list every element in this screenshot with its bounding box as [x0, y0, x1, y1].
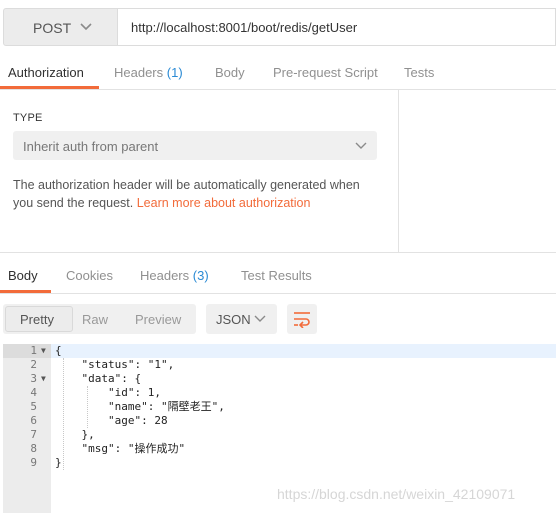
request-tabs: Authorization Headers (1) Body Pre-reque… — [0, 58, 556, 90]
tab-response-body[interactable]: Body — [8, 268, 38, 283]
code-line: 7 }, — [3, 428, 556, 442]
learn-more-link[interactable]: Learn more about authorization — [137, 196, 311, 210]
code-text: { — [55, 344, 62, 357]
code-text: "name": "隔壁老王", — [55, 400, 225, 413]
tab-label: Headers — [114, 65, 164, 80]
tab-test-results[interactable]: Test Results — [241, 268, 312, 283]
active-tab-indicator — [0, 290, 51, 293]
method-label: POST — [33, 20, 72, 36]
code-line: 8 "msg": "操作成功" — [3, 442, 556, 456]
code-text: "id": 1, — [55, 386, 161, 399]
tab-count: (3) — [192, 268, 209, 283]
line-number: 1 — [30, 344, 37, 357]
type-label: TYPE — [13, 112, 43, 124]
line-number: 2 — [30, 358, 37, 371]
code-text: "status": "1", — [55, 358, 175, 371]
chevron-down-icon — [80, 23, 92, 31]
line-number: 9 — [30, 456, 37, 469]
line-number: 8 — [30, 442, 37, 455]
panel-divider — [398, 90, 399, 252]
view-preview-button[interactable]: Preview — [135, 312, 181, 327]
line-number: 7 — [30, 428, 37, 441]
line-number: 4 — [30, 386, 37, 399]
tab-label: Body — [215, 65, 245, 80]
url-text: http://localhost:8001/boot/redis/getUser — [131, 20, 358, 35]
tab-label: Pre-request Script — [273, 65, 378, 80]
code-line: 1 ▼ { — [3, 344, 556, 358]
tab-tests[interactable]: Tests — [404, 65, 434, 80]
view-pretty-button[interactable]: Pretty — [5, 306, 73, 332]
code-line: 6 "age": 28 — [3, 414, 556, 428]
tab-response-headers[interactable]: Headers (3) — [140, 268, 209, 283]
code-line: 2 "status": "1", — [3, 358, 556, 372]
fold-arrow-icon[interactable]: ▼ — [41, 372, 46, 386]
code-line: 5 "name": "隔壁老王", — [3, 400, 556, 414]
active-tab-indicator — [0, 86, 99, 89]
tab-authorization[interactable]: Authorization — [8, 65, 84, 80]
response-tabs: Body Cookies Headers (3) Test Results — [0, 261, 556, 294]
line-number: 5 — [30, 400, 37, 413]
code-text: "msg": "操作成功" — [55, 442, 186, 455]
format-dropdown[interactable]: JSON — [206, 304, 277, 334]
tab-label: Test Results — [241, 268, 312, 283]
wrap-lines-button[interactable] — [287, 304, 317, 334]
tab-body[interactable]: Body — [215, 65, 245, 80]
format-label: JSON — [216, 312, 251, 327]
section-divider — [0, 252, 556, 260]
fold-arrow-icon[interactable]: ▼ — [41, 344, 46, 358]
watermark: https://blog.csdn.net/weixin_42109071 — [277, 486, 516, 502]
code-text: "data": { — [55, 372, 142, 385]
tab-count: (1) — [166, 65, 183, 80]
code-line: 3 ▼ "data": { — [3, 372, 556, 386]
method-dropdown[interactable]: POST — [3, 8, 118, 46]
tab-label: Body — [8, 268, 38, 283]
request-bar: POST http://localhost:8001/boot/redis/ge… — [0, 0, 556, 58]
auth-type-select[interactable]: Inherit auth from parent — [13, 131, 377, 160]
code-line: 4 "id": 1, — [3, 386, 556, 400]
tab-label: Authorization — [8, 65, 84, 80]
chevron-down-icon — [355, 142, 367, 149]
url-input[interactable]: http://localhost:8001/boot/redis/getUser — [118, 8, 556, 46]
line-number: 3 — [30, 372, 37, 385]
view-pretty-label: Pretty — [20, 312, 54, 327]
tab-label: Cookies — [66, 268, 113, 283]
tab-cookies[interactable]: Cookies — [66, 268, 113, 283]
tab-label: Headers — [140, 268, 190, 283]
chevron-down-icon — [254, 315, 266, 322]
tab-label: Tests — [404, 65, 435, 80]
auth-type-value: Inherit auth from parent — [23, 139, 159, 154]
tab-pre-request-script[interactable]: Pre-request Script — [273, 65, 378, 80]
code-text: "age": 28 — [55, 414, 168, 427]
line-number: 6 — [30, 414, 37, 427]
view-raw-button[interactable]: Raw — [82, 312, 108, 327]
authorization-panel: TYPE Inherit auth from parent The author… — [0, 90, 398, 252]
wrap-lines-icon — [294, 312, 310, 328]
code-line: 9 } — [3, 456, 556, 470]
code-text: }, — [55, 428, 95, 441]
code-text: } — [55, 456, 62, 469]
tab-headers[interactable]: Headers (1) — [114, 65, 183, 80]
auth-description: The authorization header will be automat… — [13, 176, 383, 212]
view-mode-toggle: Pretty Raw Preview — [3, 304, 196, 334]
